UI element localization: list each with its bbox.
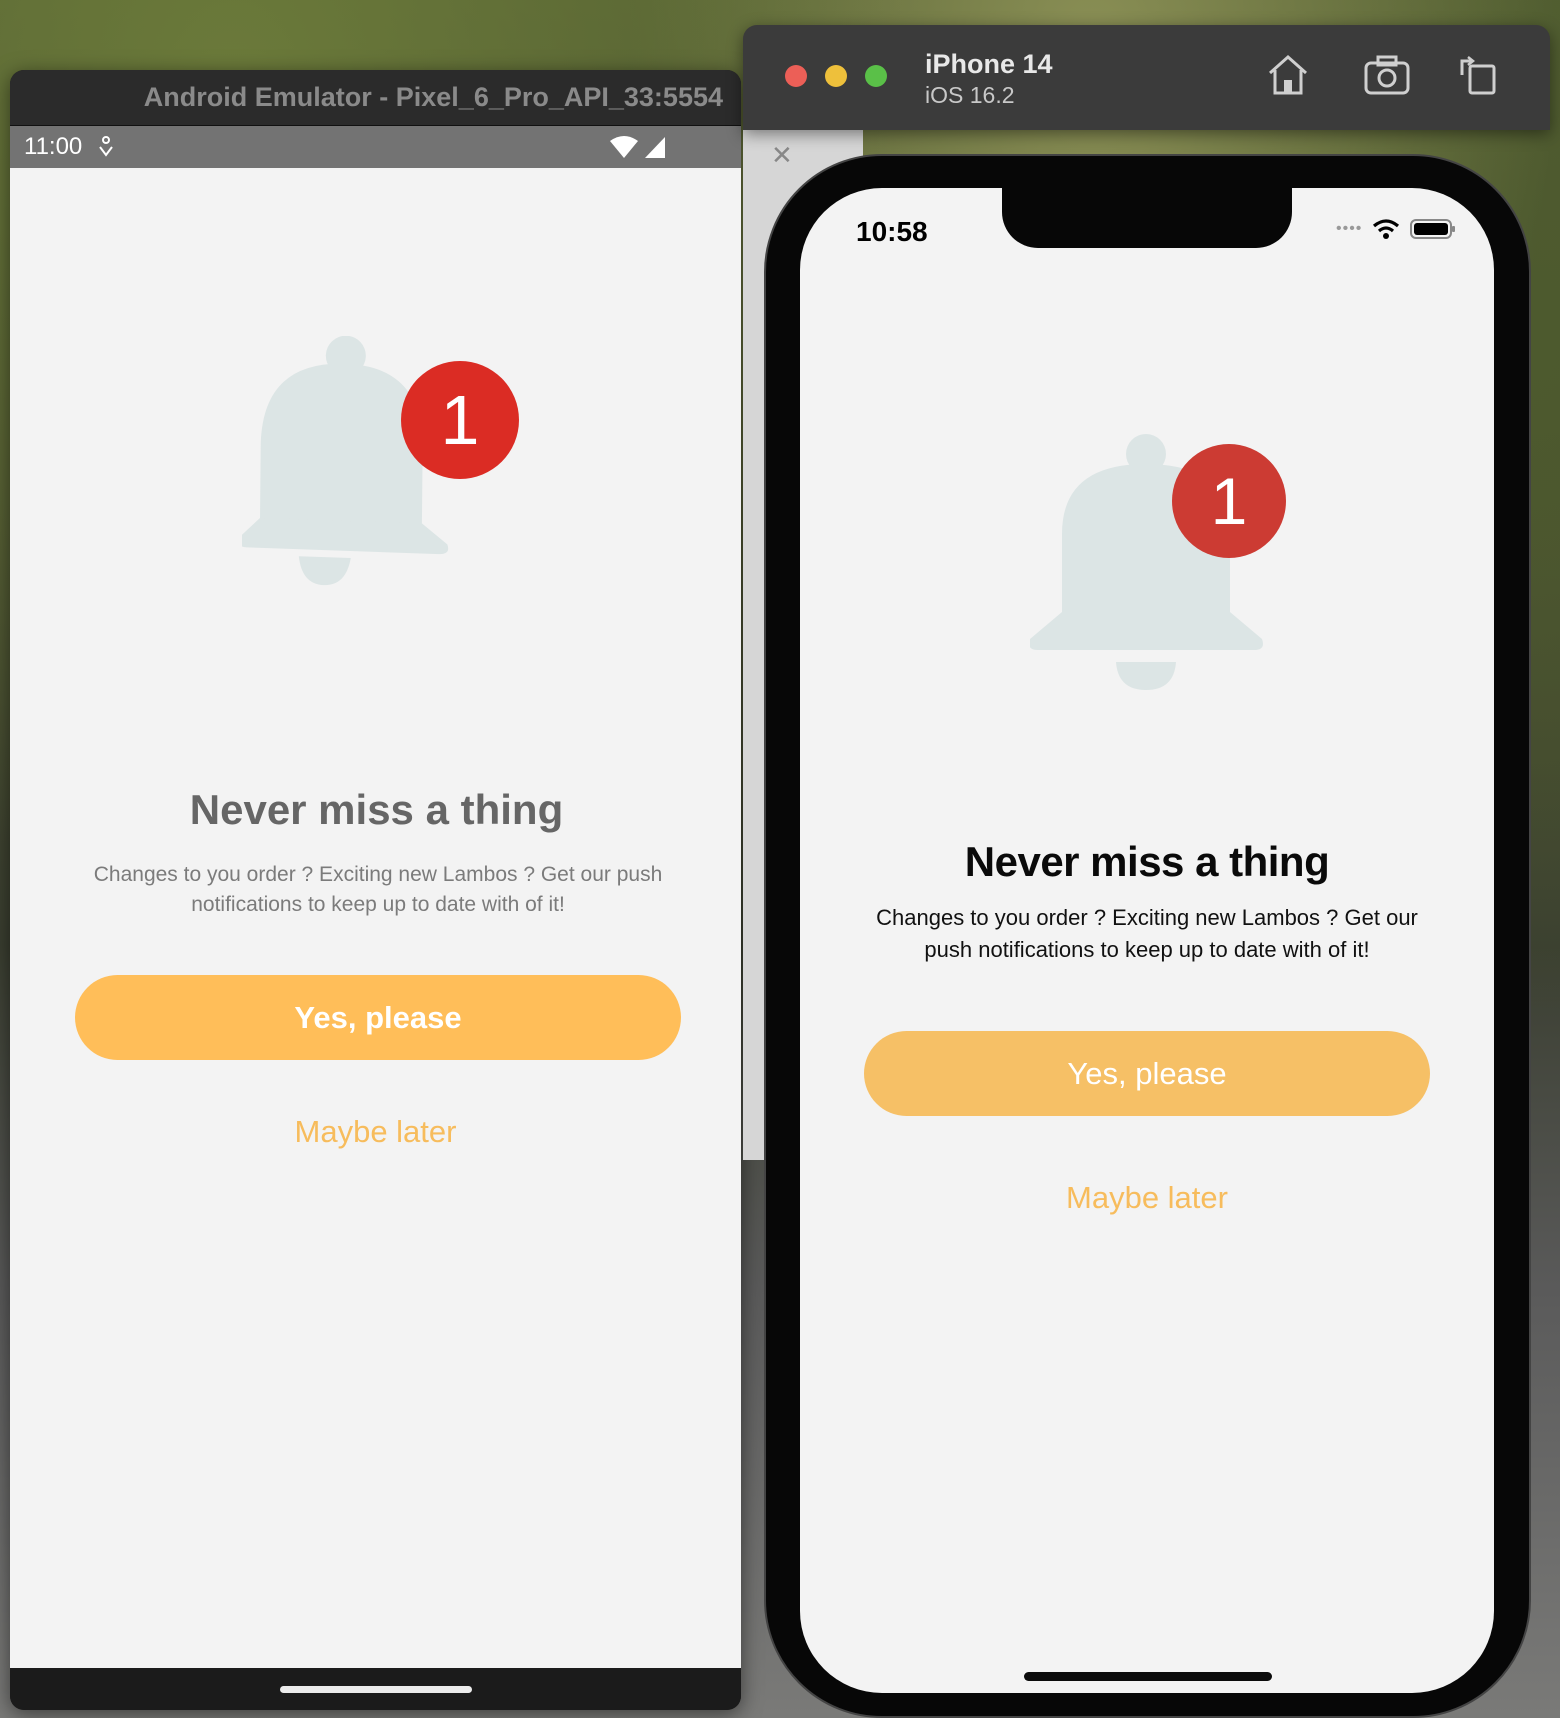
ios-app-screen: 10:58 •••• 1 Never miss a thing Changes … — [800, 188, 1494, 1693]
ios-simulator-toolbar[interactable]: iPhone 14 iOS 16.2 — [743, 25, 1550, 130]
android-window-title: Android Emulator - Pixel_6_Pro_API_33:55… — [143, 82, 723, 112]
close-icon[interactable]: ✕ — [771, 140, 793, 171]
notification-badge: 1 — [1172, 444, 1286, 558]
page-description: Changes to you order ? Exciting new Lamb… — [93, 863, 663, 917]
cell-signal-icon: •••• — [1336, 220, 1363, 237]
wifi-icon — [1373, 219, 1400, 239]
os-version: iOS 16.2 — [925, 82, 1015, 108]
home-gesture-pill[interactable] — [280, 1686, 472, 1693]
screenshot-icon[interactable] — [1363, 53, 1411, 97]
page-title: Never miss a thing — [964, 838, 1330, 885]
usb-debug-icon — [99, 136, 114, 157]
android-status-icons — [609, 135, 727, 159]
close-window-button[interactable] — [785, 65, 807, 87]
android-nav-bar — [10, 1668, 741, 1710]
android-window-titlebar[interactable]: Android Emulator - Pixel_6_Pro_API_33:55… — [10, 70, 741, 126]
minimize-window-button[interactable] — [825, 65, 847, 87]
android-status-time: 11:00 — [24, 133, 83, 160]
android-emulator-window: Android Emulator - Pixel_6_Pro_API_33:55… — [10, 70, 741, 1710]
rotate-icon[interactable] — [1456, 53, 1500, 97]
wifi-icon — [610, 136, 638, 158]
android-app-screen: 1 Never miss a thing Changes to you orde… — [10, 168, 741, 1668]
home-indicator[interactable] — [1024, 1672, 1272, 1681]
page-description: Changes to you order ? Exciting new Lamb… — [876, 905, 1418, 962]
home-icon[interactable] — [1266, 53, 1310, 97]
device-name: iPhone 14 — [925, 49, 1053, 79]
maybe-later-button[interactable]: Maybe later — [800, 1180, 1494, 1216]
ios-status-icons: •••• — [1336, 218, 1456, 240]
notification-badge: 1 — [401, 361, 519, 479]
badge-count: 1 — [1210, 464, 1248, 538]
ios-status-time: 10:58 — [856, 216, 928, 247]
maybe-later-button[interactable]: Maybe later — [10, 1114, 741, 1150]
battery-icon — [1410, 219, 1456, 239]
yes-please-button[interactable]: Yes, please — [75, 975, 681, 1060]
android-status-bar: 11:00 — [10, 126, 741, 168]
zoom-window-button[interactable] — [865, 65, 887, 87]
iphone-notch — [1002, 188, 1292, 248]
cell-signal-icon — [645, 137, 665, 158]
yes-please-button[interactable]: Yes, please — [864, 1031, 1430, 1116]
page-title: Never miss a thing — [189, 786, 564, 833]
badge-count: 1 — [440, 381, 480, 459]
